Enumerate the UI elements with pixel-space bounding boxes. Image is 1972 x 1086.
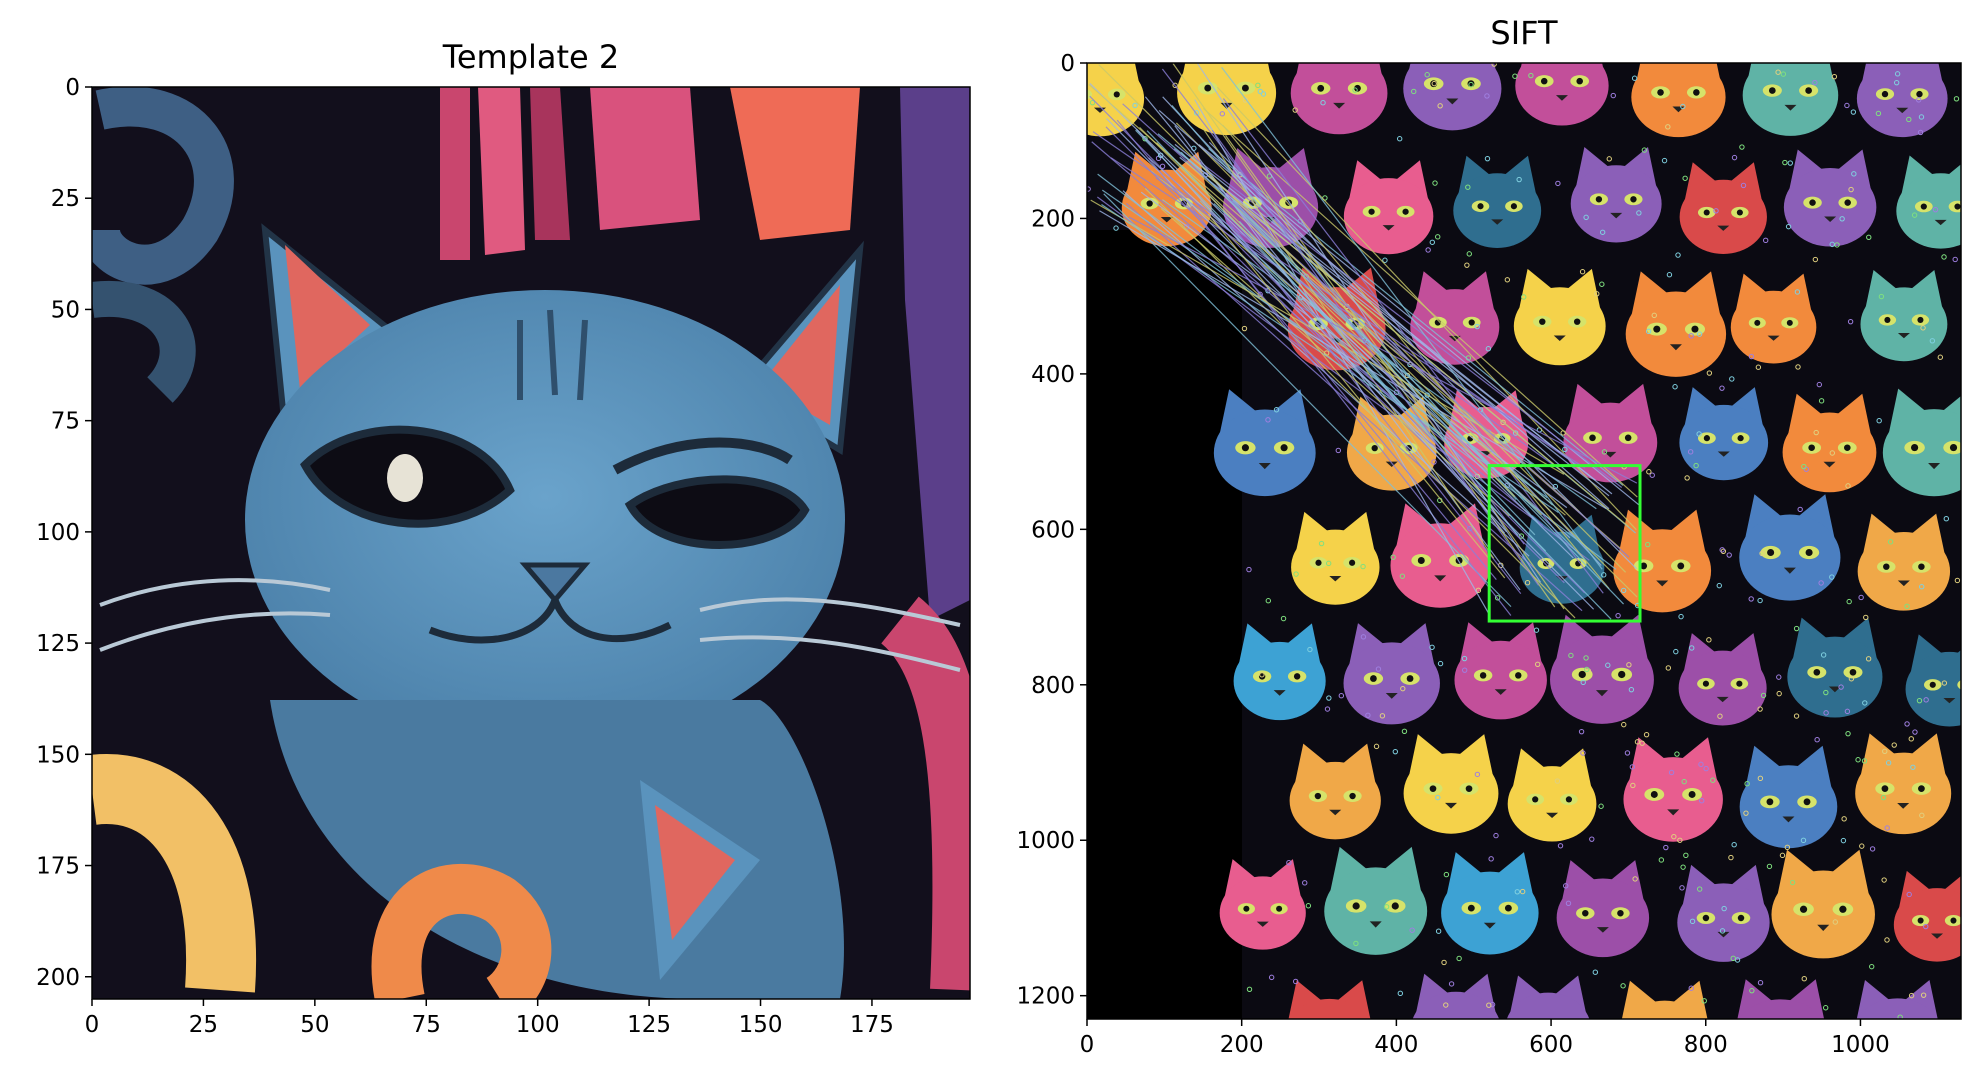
sift-image [1087, 63, 1961, 1019]
template-ytick-label: 150 [36, 742, 80, 768]
template-ytick-label: 125 [36, 631, 80, 657]
sift-title: SIFT [1490, 14, 1558, 52]
template-xtick-label: 100 [516, 1012, 560, 1038]
template-xtick-label: 50 [300, 1012, 329, 1038]
template-xtick-label: 150 [739, 1012, 783, 1038]
template-ytick-label: 75 [51, 409, 80, 435]
scene-cat [1403, 63, 1502, 131]
template-ytick-label: 50 [51, 297, 80, 323]
scene-cat [1631, 63, 1726, 138]
sift-ytick-label: 600 [1031, 517, 1075, 543]
sift-ytick-label: 200 [1031, 206, 1075, 232]
scene-cat [1856, 63, 1948, 138]
sift-xtick-label: 400 [1374, 1032, 1418, 1058]
sift-xtick-label: 800 [1684, 1032, 1728, 1058]
figure: Template 2 0 25 50 75 100 125 150 175025… [36, 14, 1962, 1058]
template-xtick-label: 25 [189, 1012, 218, 1038]
template-ytick-label: 175 [36, 854, 80, 880]
template-xtick-label: 125 [627, 1012, 671, 1038]
template-ytick-label: 0 [65, 75, 80, 101]
sift-xtick-label: 200 [1220, 1032, 1264, 1058]
sift-ytick-label: 400 [1031, 362, 1075, 388]
sift-panel: SIFT 0 200 400 600 800 1000 0 200 400 600 800 1000 1… [1016, 14, 1962, 1058]
sift-xtick-label: 0 [1080, 1032, 1095, 1058]
sift-ytick-label: 800 [1031, 673, 1075, 699]
scene-cat [1290, 63, 1388, 135]
sift-ytick-label: 1000 [1016, 828, 1075, 854]
template-panel: Template 2 0 25 50 75 100 125 150 175025… [36, 38, 971, 1038]
template-ytick-label: 100 [36, 520, 80, 546]
template-xtick-label: 0 [85, 1012, 100, 1038]
sift-xtick-label: 600 [1529, 1032, 1573, 1058]
scene-cat [1742, 63, 1839, 136]
template-ytick-label: 200 [36, 965, 80, 991]
template-image [92, 87, 970, 999]
sift-xtick-label: 1000 [1831, 1032, 1890, 1058]
template-title: Template 2 [442, 38, 620, 76]
sift-ytick-label: 1200 [1016, 984, 1075, 1010]
sift-ytick-label: 0 [1060, 51, 1075, 77]
template-ytick-label: 25 [51, 186, 80, 212]
template-xtick-label: 175 [850, 1012, 894, 1038]
template-xtick-label: 75 [412, 1012, 441, 1038]
